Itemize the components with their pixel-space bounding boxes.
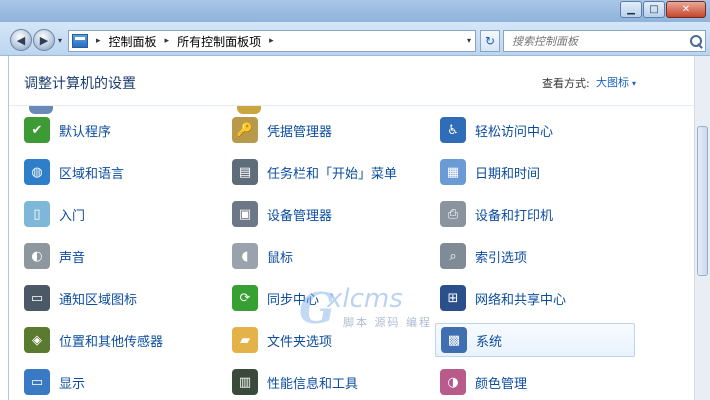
- control-panel-item[interactable]: ▭ 显示: [19, 365, 219, 399]
- control-panel-item-label: 设备和打印机: [475, 208, 554, 224]
- control-panel-item-label: 轻松访问中心: [475, 124, 554, 140]
- breadcrumb-all-items[interactable]: 所有控制面板项: [177, 33, 261, 50]
- control-panel-item-label: 网络和共享中心: [475, 292, 567, 308]
- content-header: 调整计算机的设置 查看方式: 大图标 ▾: [9, 56, 703, 106]
- control-panel-item-label: 显示: [59, 376, 86, 392]
- breadcrumb-separator[interactable]: ▸: [269, 36, 274, 46]
- control-panel-icon: [72, 34, 88, 48]
- control-panel-item[interactable]: ⌕ 索引选项: [435, 239, 635, 273]
- control-panel-item-label: 凭据管理器: [267, 124, 333, 140]
- control-panel-item-label: 文件夹选项: [267, 334, 333, 350]
- device-manager-icon: ▣: [232, 201, 258, 227]
- control-panel-item[interactable]: 🔑 凭据管理器: [227, 113, 427, 147]
- window-controls: ▁ □ ✕: [619, 1, 706, 18]
- control-panel-item-label: 性能信息和工具: [267, 376, 359, 392]
- region-language-icon: ◍: [24, 159, 50, 185]
- control-panel-item[interactable]: ◈ 位置和其他传感器: [19, 323, 219, 357]
- control-panel-item-label: 任务栏和「开始」菜单: [267, 166, 398, 182]
- control-panel-item-label: 同步中心: [267, 292, 320, 308]
- location-sensors-icon: ◈: [24, 327, 50, 353]
- control-panel-item[interactable]: ⎙ 设备和打印机: [435, 197, 635, 231]
- scrollbar-thumb[interactable]: [697, 126, 708, 276]
- search-input[interactable]: [504, 31, 687, 51]
- control-panel-item[interactable]: ▦ 日期和时间: [435, 155, 635, 189]
- title-bar: ▁ □ ✕: [0, 0, 710, 22]
- control-panel-item[interactable]: ◖ 鼠标: [227, 239, 427, 273]
- control-panel-item-label: 索引选项: [475, 250, 528, 266]
- control-panel-item[interactable]: ◍ 区域和语言: [19, 155, 219, 189]
- minimize-button[interactable]: ▁: [620, 1, 642, 18]
- view-by-value: 大图标: [596, 76, 629, 89]
- maximize-button[interactable]: □: [643, 1, 665, 18]
- breadcrumb-separator[interactable]: ▸: [96, 36, 101, 46]
- control-panel-item-label: 位置和其他传感器: [59, 334, 164, 350]
- refresh-button[interactable]: ↻: [480, 30, 500, 52]
- control-panel-item-label: 颜色管理: [475, 376, 528, 392]
- forward-button[interactable]: ▶: [33, 29, 55, 51]
- control-panel-items: ✔ 默认程序 🔑 凭据管理器 ♿ 轻松访问中心 ◍ 区域和语言 ▤ 任务栏和「开始」菜单 ▦ 日期和时…: [9, 108, 695, 400]
- view-by-dropdown[interactable]: 大图标 ▾: [596, 74, 636, 90]
- control-panel-item[interactable]: ✔ 默认程序: [19, 113, 219, 147]
- performance-icon: ▥: [232, 369, 258, 395]
- display-icon: ▭: [24, 369, 50, 395]
- control-panel-item[interactable]: ⊞ 网络和共享中心: [435, 281, 635, 315]
- devices-printers-icon: ⎙: [440, 201, 466, 227]
- date-time-icon: ▦: [440, 159, 466, 185]
- breadcrumb-control-panel[interactable]: 控制面板: [109, 33, 157, 50]
- control-panel-item-label: 入门: [59, 208, 86, 224]
- control-panel-item-label: 鼠标: [267, 250, 294, 266]
- control-panel-item-label: 系统: [476, 334, 503, 350]
- control-panel-item[interactable]: ♿ 轻松访问中心: [435, 113, 635, 147]
- taskbar-start-icon: ▤: [232, 159, 258, 185]
- control-panel-item[interactable]: ⟳ 同步中心: [227, 281, 427, 315]
- control-panel-item-label: 通知区域图标: [59, 292, 138, 308]
- system-icon: ▩: [441, 327, 467, 353]
- page-title: 调整计算机的设置: [24, 76, 136, 92]
- control-panel-item[interactable]: ▣ 设备管理器: [227, 197, 427, 231]
- control-panel-item[interactable]: ◐ 声音: [19, 239, 219, 273]
- credential-manager-icon: 🔑: [232, 117, 258, 143]
- recent-pages-dropdown[interactable]: ▾: [58, 36, 62, 45]
- color-management-icon: ◑: [440, 369, 466, 395]
- ease-of-access-icon: ♿: [440, 117, 466, 143]
- control-panel-item[interactable]: ▰ 文件夹选项: [227, 323, 427, 357]
- control-panel-item-label: 默认程序: [59, 124, 112, 140]
- navigation-bar: ◀ ▶ ▾ ▸ 控制面板 ▸ 所有控制面板项 ▸ ▾ ↻: [0, 22, 710, 56]
- view-by-label: 查看方式:: [542, 77, 590, 90]
- mouse-icon: ◖: [232, 243, 258, 269]
- search-icon[interactable]: [687, 32, 705, 50]
- control-panel-item-label: 区域和语言: [59, 166, 125, 182]
- control-panel-item[interactable]: ▥ 性能信息和工具: [227, 365, 427, 399]
- control-panel-item-label: 设备管理器: [267, 208, 333, 224]
- control-panel-item[interactable]: ▤ 任务栏和「开始」菜单: [227, 155, 427, 189]
- address-dropdown-icon[interactable]: ▾: [467, 36, 471, 45]
- back-button[interactable]: ◀: [10, 29, 32, 51]
- content-pane: 调整计算机的设置 查看方式: 大图标 ▾ ✔ 默认程序 🔑 凭据管理器 ♿ 轻松访问中心 ◍ 区…: [8, 56, 710, 400]
- address-bar[interactable]: ▸ 控制面板 ▸ 所有控制面板项 ▸ ▾: [68, 30, 476, 52]
- control-panel-item[interactable]: ▩ 系统: [435, 323, 635, 357]
- folder-options-icon: ▰: [232, 327, 258, 353]
- default-programs-icon: ✔: [24, 117, 50, 143]
- getting-started-icon: ▯: [24, 201, 50, 227]
- control-panel-item[interactable]: ▭ 通知区域图标: [19, 281, 219, 315]
- control-panel-item-label: 日期和时间: [475, 166, 541, 182]
- control-panel-item[interactable]: ◑ 颜色管理: [435, 365, 635, 399]
- notification-area-icon: ▭: [24, 285, 50, 311]
- network-sharing-icon: ⊞: [440, 285, 466, 311]
- close-button[interactable]: ✕: [666, 1, 706, 18]
- control-panel-item-label: 声音: [59, 250, 86, 266]
- search-box[interactable]: [503, 30, 706, 52]
- sync-center-icon: ⟳: [232, 285, 258, 311]
- indexing-icon: ⌕: [440, 243, 466, 269]
- control-panel-item[interactable]: ▯ 入门: [19, 197, 219, 231]
- chevron-down-icon: ▾: [632, 79, 637, 88]
- vertical-scrollbar[interactable]: [694, 56, 710, 400]
- sound-icon: ◐: [24, 243, 50, 269]
- breadcrumb-separator[interactable]: ▸: [165, 36, 170, 46]
